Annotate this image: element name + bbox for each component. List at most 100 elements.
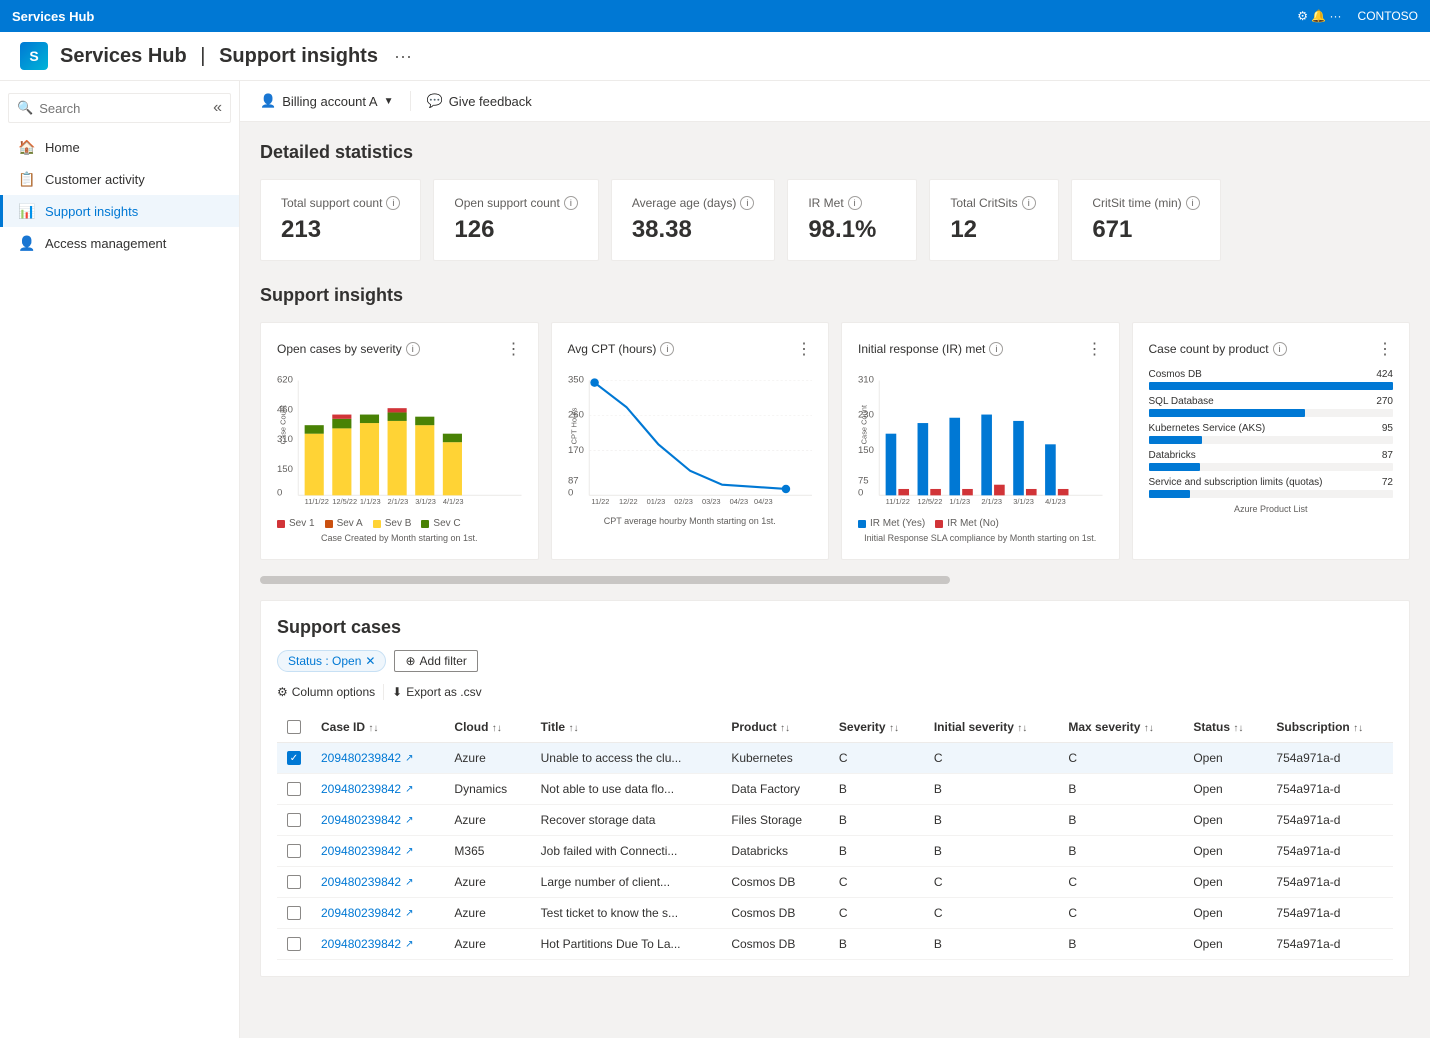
row-checkbox-6[interactable] — [287, 937, 301, 951]
stat-info-icon-1[interactable]: i — [564, 196, 578, 210]
stat-info-icon-4[interactable]: i — [1022, 196, 1036, 210]
row-subscription-2: 754a971a-d — [1266, 805, 1393, 836]
row-status-4: Open — [1183, 867, 1266, 898]
collapse-button[interactable]: « — [213, 99, 222, 117]
chart-case-count-product: Case count by product i ⋮ Cosmos DB424 S… — [1132, 322, 1411, 560]
row-checkbox-2[interactable] — [287, 813, 301, 827]
product-bar-2: Kubernetes Service (AKS)95 — [1149, 423, 1394, 444]
external-link-icon: ↗ — [405, 908, 413, 919]
search-input[interactable] — [39, 101, 207, 116]
case-id-link-3[interactable]: 209480239842 ↗ — [321, 844, 434, 858]
status-filter-tag[interactable]: Status : Open ✕ — [277, 650, 386, 672]
row-cloud-3: M365 — [444, 836, 530, 867]
col-severity[interactable]: Severity ↑↓ — [829, 712, 924, 743]
severity-chart-more[interactable]: ⋮ — [506, 339, 522, 359]
svg-text:04/23: 04/23 — [754, 497, 773, 506]
app-more-button[interactable]: ··· — [394, 46, 412, 67]
ir-info-icon[interactable]: i — [989, 342, 1003, 356]
ir-chart-note: Initial Response SLA compliance by Month… — [858, 533, 1103, 543]
table-row: 209480239842 ↗ Dynamics Not able to use … — [277, 774, 1393, 805]
col-product[interactable]: Product ↑↓ — [721, 712, 829, 743]
stat-info-icon-3[interactable]: i — [848, 196, 862, 210]
search-box[interactable]: 🔍 « — [8, 93, 231, 123]
row-product-3: Databricks — [721, 836, 829, 867]
scrollbar-thumb[interactable] — [260, 576, 950, 584]
search-icon: 🔍 — [17, 100, 33, 116]
svg-text:12/5/22: 12/5/22 — [918, 497, 943, 506]
svg-text:11/22: 11/22 — [591, 497, 609, 506]
feedback-button[interactable]: 💬 Give feedback — [427, 93, 532, 109]
row-title-0: Unable to access the clu... — [531, 743, 722, 774]
charts-container: Open cases by severity i ⋮ 620 460 310 1… — [260, 322, 1410, 584]
row-initial-severity-4: C — [924, 867, 1059, 898]
case-id-link-4[interactable]: 209480239842 ↗ — [321, 875, 434, 889]
row-checkbox-4[interactable] — [287, 875, 301, 889]
export-button[interactable]: ⬇ Export as .csv — [392, 685, 481, 699]
topbar-user: CONTOSO — [1358, 9, 1418, 23]
col-max-severity[interactable]: Max severity ↑↓ — [1058, 712, 1183, 743]
stat-info-icon-2[interactable]: i — [740, 196, 754, 210]
col-title[interactable]: Title ↑↓ — [531, 712, 722, 743]
row-product-1: Data Factory — [721, 774, 829, 805]
header-divider — [410, 91, 411, 111]
column-options-button[interactable]: ⚙ Column options — [277, 685, 375, 699]
ir-chart-more[interactable]: ⋮ — [1087, 339, 1103, 359]
support-insights-title: Support insights — [260, 285, 1410, 306]
stat-info-icon-5[interactable]: i — [1186, 196, 1200, 210]
row-checkbox-0[interactable]: ✓ — [287, 751, 301, 765]
row-title-4: Large number of client... — [531, 867, 722, 898]
case-id-link-0[interactable]: 209480239842 ↗ — [321, 751, 434, 765]
chart-title-cpt: Avg CPT (hours) i — [568, 342, 675, 356]
topbar-icons[interactable]: ⚙ 🔔 ··· — [1297, 9, 1341, 23]
case-id-link-1[interactable]: 209480239842 ↗ — [321, 782, 434, 796]
sidebar-item-home[interactable]: 🏠 Home — [0, 131, 239, 163]
stat-info-icon-0[interactable]: i — [386, 196, 400, 210]
col-subscription[interactable]: Subscription ↑↓ — [1266, 712, 1393, 743]
cpt-chart-more[interactable]: ⋮ — [796, 339, 812, 359]
product-info-icon[interactable]: i — [1273, 342, 1287, 356]
product-label-0: Cosmos DB424 — [1149, 369, 1394, 380]
stat-label-3: IR Met i — [808, 196, 896, 210]
main-content: 👤 Billing account A ▼ 💬 Give feedback De… — [240, 81, 1430, 1038]
case-id-link-5[interactable]: 209480239842 ↗ — [321, 906, 434, 920]
svg-text:1/1/23: 1/1/23 — [949, 497, 970, 506]
svg-text:01/23: 01/23 — [646, 497, 665, 506]
sidebar-item-support-insights[interactable]: 📊 Support insights — [0, 195, 239, 227]
row-checkbox-1[interactable] — [287, 782, 301, 796]
billing-dropdown[interactable]: 👤 Billing account A ▼ — [260, 93, 394, 109]
chart-ir-met: Initial response (IR) met i ⋮ 310 230 15… — [841, 322, 1120, 560]
external-link-icon: ↗ — [405, 784, 413, 795]
row-severity-5: C — [829, 898, 924, 929]
sidebar-item-access-management[interactable]: 👤 Access management — [0, 227, 239, 259]
row-checkbox-5[interactable] — [287, 906, 301, 920]
sidebar-item-customer-activity[interactable]: 📋 Customer activity — [0, 163, 239, 195]
col-case-id[interactable]: Case ID ↑↓ — [311, 712, 444, 743]
product-bar-4: Service and subscription limits (quotas)… — [1149, 477, 1394, 498]
row-initial-severity-6: B — [924, 929, 1059, 960]
svg-text:150: 150 — [858, 445, 874, 456]
export-label: Export as .csv — [406, 685, 481, 699]
col-status[interactable]: Status ↑↓ — [1183, 712, 1266, 743]
stat-value-3: 98.1% — [808, 216, 896, 244]
remove-filter-button[interactable]: ✕ — [365, 654, 375, 668]
stat-card-2: Average age (days) i 38.38 — [611, 179, 776, 261]
stat-value-0: 213 — [281, 216, 400, 244]
case-id-link-2[interactable]: 209480239842 ↗ — [321, 813, 434, 827]
select-all-checkbox[interactable] — [287, 720, 301, 734]
cpt-info-icon[interactable]: i — [660, 342, 674, 356]
product-chart-more[interactable]: ⋮ — [1377, 339, 1393, 359]
row-checkbox-3[interactable] — [287, 844, 301, 858]
support-cases-title: Support cases — [277, 617, 1393, 638]
add-filter-button[interactable]: ⊕ Add filter — [394, 650, 477, 672]
add-filter-label: Add filter — [420, 654, 467, 668]
external-link-icon: ↗ — [405, 815, 413, 826]
product-bars: Cosmos DB424 SQL Database270 Kubernetes … — [1149, 369, 1394, 498]
severity-chart-legend: Sev 1 Sev A Sev B Sev C — [277, 518, 522, 529]
horizontal-scrollbar[interactable] — [260, 576, 1410, 584]
home-icon: 🏠 — [19, 139, 35, 155]
severity-info-icon[interactable]: i — [406, 342, 420, 356]
col-cloud[interactable]: Cloud ↑↓ — [444, 712, 530, 743]
case-id-link-6[interactable]: 209480239842 ↗ — [321, 937, 434, 951]
col-initial-severity[interactable]: Initial severity ↑↓ — [924, 712, 1059, 743]
svg-text:0: 0 — [277, 487, 282, 498]
